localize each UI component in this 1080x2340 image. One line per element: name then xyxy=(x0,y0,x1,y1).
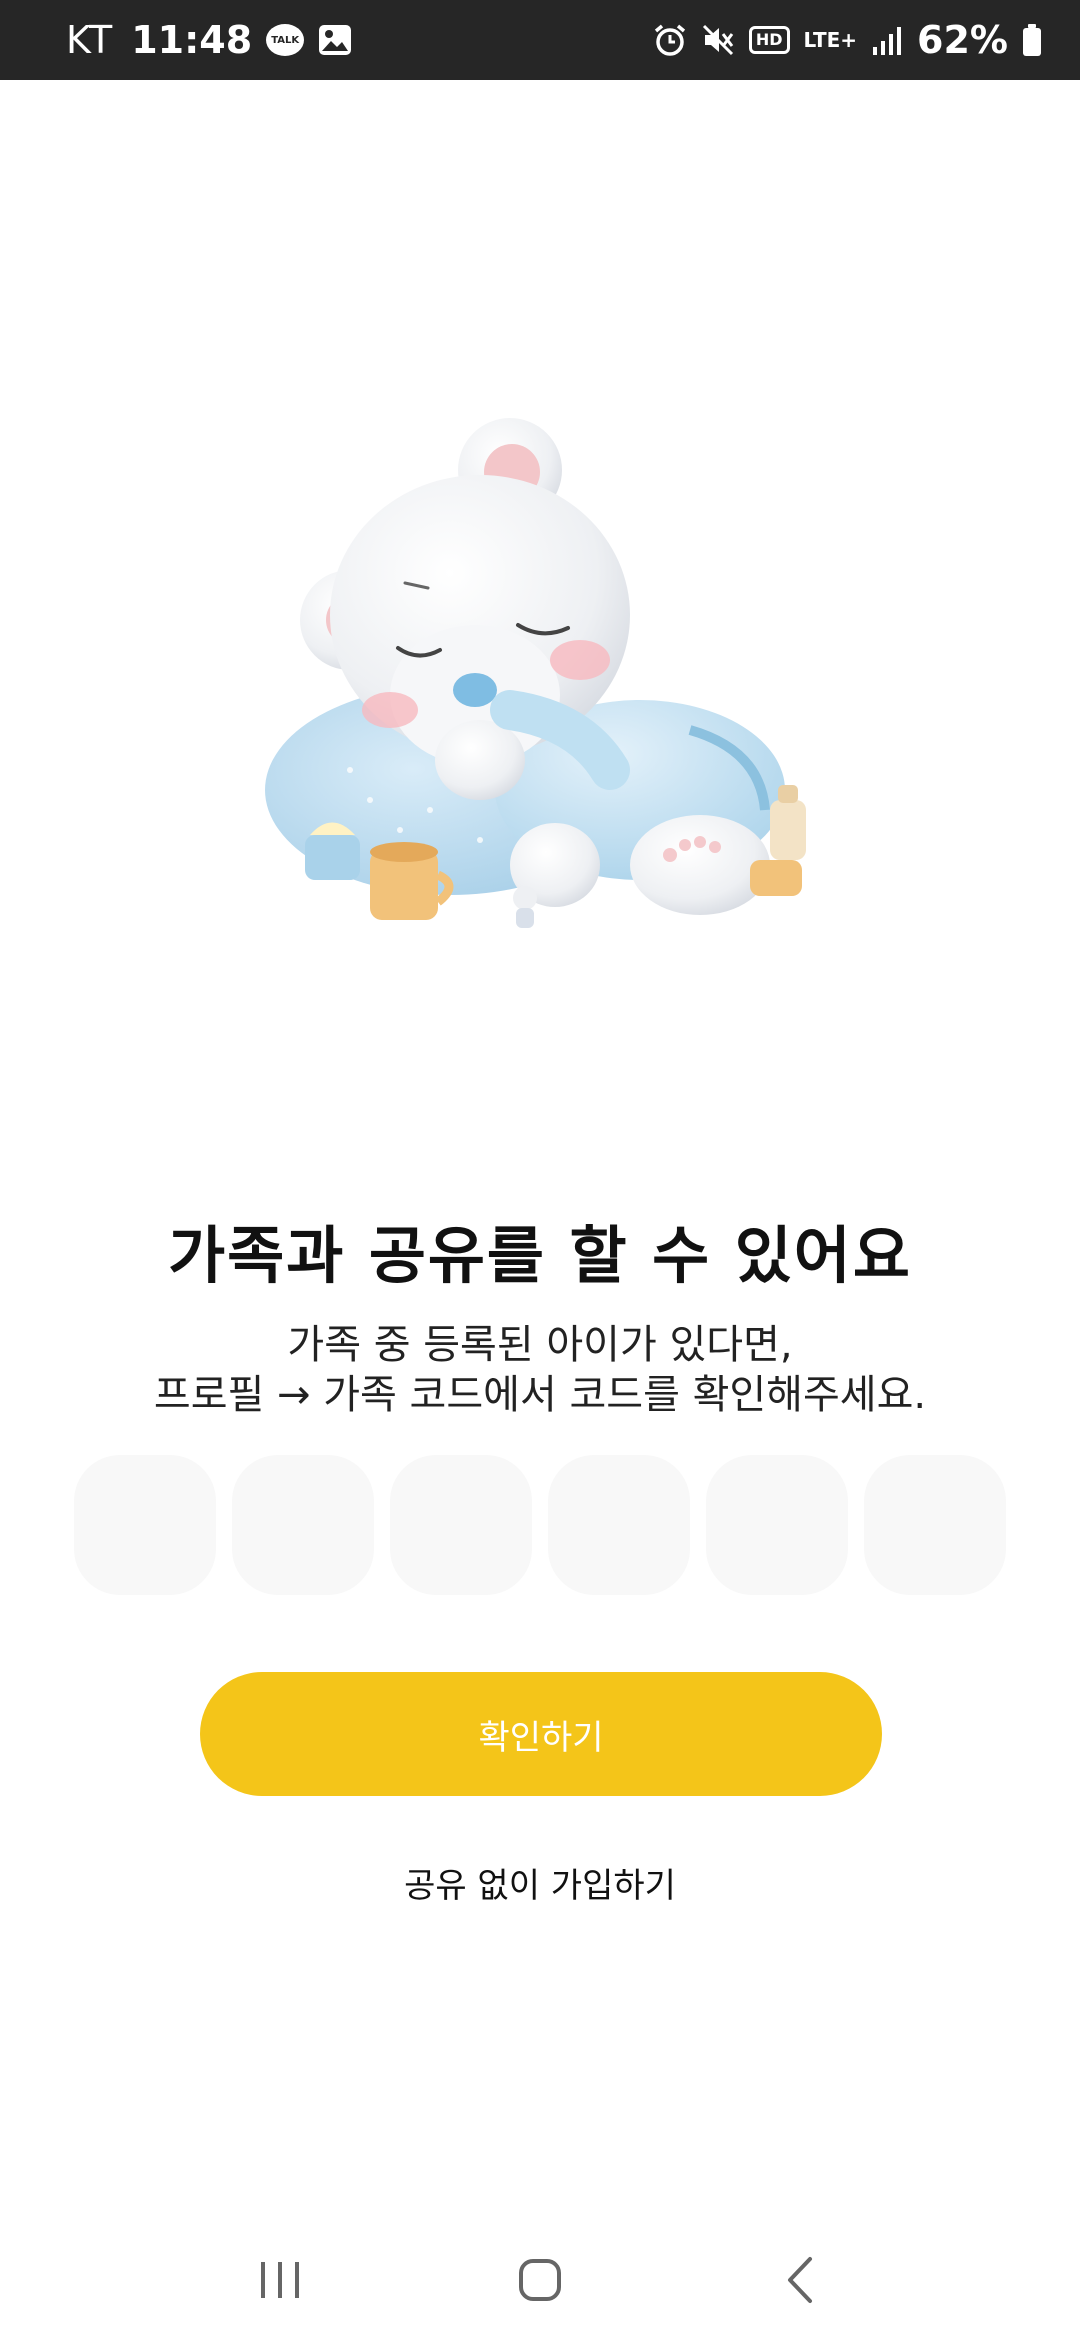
subtitle-line-2: 프로필 → 가족 코드에서 코드를 확인해주세요. xyxy=(153,1372,927,1418)
code-digit-4[interactable] xyxy=(548,1455,690,1595)
battery-percent: 62% xyxy=(917,18,1008,62)
recent-apps-button[interactable] xyxy=(235,2235,325,2325)
navigation-bar xyxy=(0,2220,1080,2340)
confirm-button[interactable]: 확인하기 xyxy=(200,1672,882,1796)
hd-voice-icon: HD xyxy=(748,26,790,54)
code-digit-5[interactable] xyxy=(706,1455,848,1595)
home-icon xyxy=(519,2259,561,2301)
talk-icon-label: TALK xyxy=(266,24,305,56)
talk-icon: TALK xyxy=(266,24,305,56)
clock: 11:48 xyxy=(131,18,253,62)
code-digit-2[interactable] xyxy=(232,1455,374,1595)
gallery-icon xyxy=(318,24,352,56)
mute-icon xyxy=(701,23,735,57)
status-bar-left: KT 11:48 TALK xyxy=(66,18,352,62)
code-digit-6[interactable] xyxy=(864,1455,1006,1595)
back-icon xyxy=(788,2257,812,2303)
family-code-input xyxy=(74,1455,1006,1595)
carrier-label: KT xyxy=(66,18,114,62)
signal-icon xyxy=(871,25,903,55)
lte-icon: LTE+ xyxy=(803,28,858,52)
page-subtitle: 가족 중 등록된 아이가 있다면, 프로필 → 가족 코드에서 코드를 확인해주… xyxy=(0,1320,1080,1420)
status-bar-right: HD LTE+ 62% xyxy=(653,18,1042,62)
home-button[interactable] xyxy=(495,2235,585,2325)
subtitle-line-1: 가족 중 등록된 아이가 있다면, xyxy=(287,1322,793,1368)
battery-icon xyxy=(1022,23,1042,57)
signup-without-sharing-link[interactable]: 공유 없이 가입하기 xyxy=(0,1858,1080,1907)
status-bar: KT 11:48 TALK HD LTE+ 62% xyxy=(0,0,1080,80)
alarm-icon xyxy=(653,23,687,57)
back-button[interactable] xyxy=(755,2235,845,2325)
sleeping-bear-illustration xyxy=(250,410,850,950)
code-digit-3[interactable] xyxy=(390,1455,532,1595)
screen: KT 11:48 TALK HD LTE+ 62% 가족과 공유를 할 수 있어… xyxy=(0,0,1080,2340)
page-title: 가족과 공유를 할 수 있어요 xyxy=(168,1219,912,1292)
recent-apps-icon xyxy=(261,2262,299,2298)
code-digit-1[interactable] xyxy=(74,1455,216,1595)
